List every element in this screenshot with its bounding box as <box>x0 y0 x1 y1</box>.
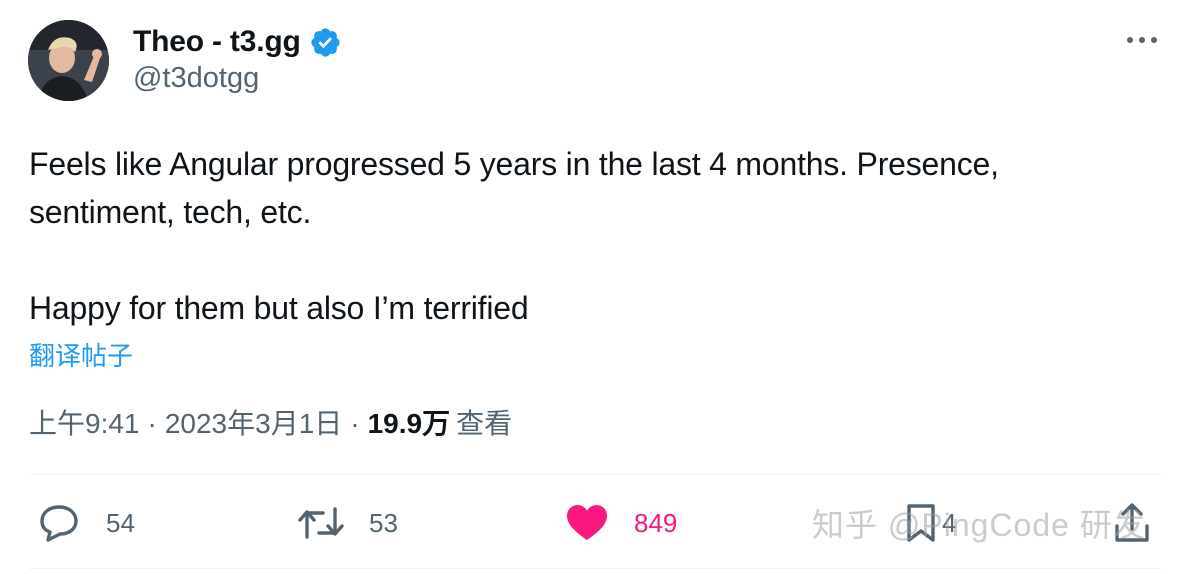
bookmark-icon <box>907 504 935 542</box>
like-button[interactable]: 849 <box>566 500 677 546</box>
avatar-photo-icon <box>28 20 109 101</box>
verified-badge-icon <box>311 27 340 57</box>
author-display-name[interactable]: Theo - t3.gg <box>133 25 301 59</box>
retweet-count: 53 <box>369 507 398 538</box>
tweet-time[interactable]: 上午9:41 <box>29 402 140 442</box>
meta-separator: · <box>147 408 157 439</box>
views-count: 19.9万 <box>367 408 451 439</box>
bookmark-button[interactable]: 4 <box>906 500 956 546</box>
tweet-text-line-2: sentiment, tech, etc. <box>29 194 312 230</box>
meta-separator: · <box>350 408 360 439</box>
share-icon <box>1115 503 1149 542</box>
tweet-text: Feels like Angular progressed 5 years in… <box>29 140 1149 332</box>
more-horizontal-icon <box>1127 37 1157 43</box>
more-options-button[interactable] <box>1122 28 1162 52</box>
retweet-icon <box>298 507 344 539</box>
author-handle[interactable]: @t3dotgg <box>133 62 259 95</box>
bookmark-count: 4 <box>942 507 957 538</box>
author-name-row: Theo - t3.gg <box>133 22 342 62</box>
avatar[interactable] <box>28 20 109 101</box>
tweet-date[interactable]: 2023年3月1日 <box>165 402 342 442</box>
divider <box>29 568 1161 569</box>
share-button[interactable] <box>1112 500 1152 546</box>
divider <box>29 474 1161 475</box>
reply-button[interactable]: 54 <box>38 500 135 546</box>
retweet-button[interactable]: 53 <box>297 500 398 546</box>
tweet-card: Theo - t3.gg @t3dotgg Feels like Angular… <box>0 0 1192 574</box>
reply-count: 54 <box>106 507 135 538</box>
views-label: 查看 <box>456 408 513 439</box>
tweet-text-line-3: Happy for them but also I’m terrified <box>29 290 529 326</box>
watermark: 知乎 @PingCode 研发 <box>812 507 1146 543</box>
translate-post-link[interactable]: 翻译帖子 <box>29 336 133 373</box>
tweet-text-line-1: Feels like Angular progressed 5 years in… <box>29 146 999 182</box>
tweet-meta: 上午9:41 · 2023年3月1日 · 19.9万 查看 <box>29 402 512 442</box>
reply-icon <box>40 505 78 542</box>
heart-icon <box>567 505 607 540</box>
like-count: 849 <box>634 507 678 538</box>
